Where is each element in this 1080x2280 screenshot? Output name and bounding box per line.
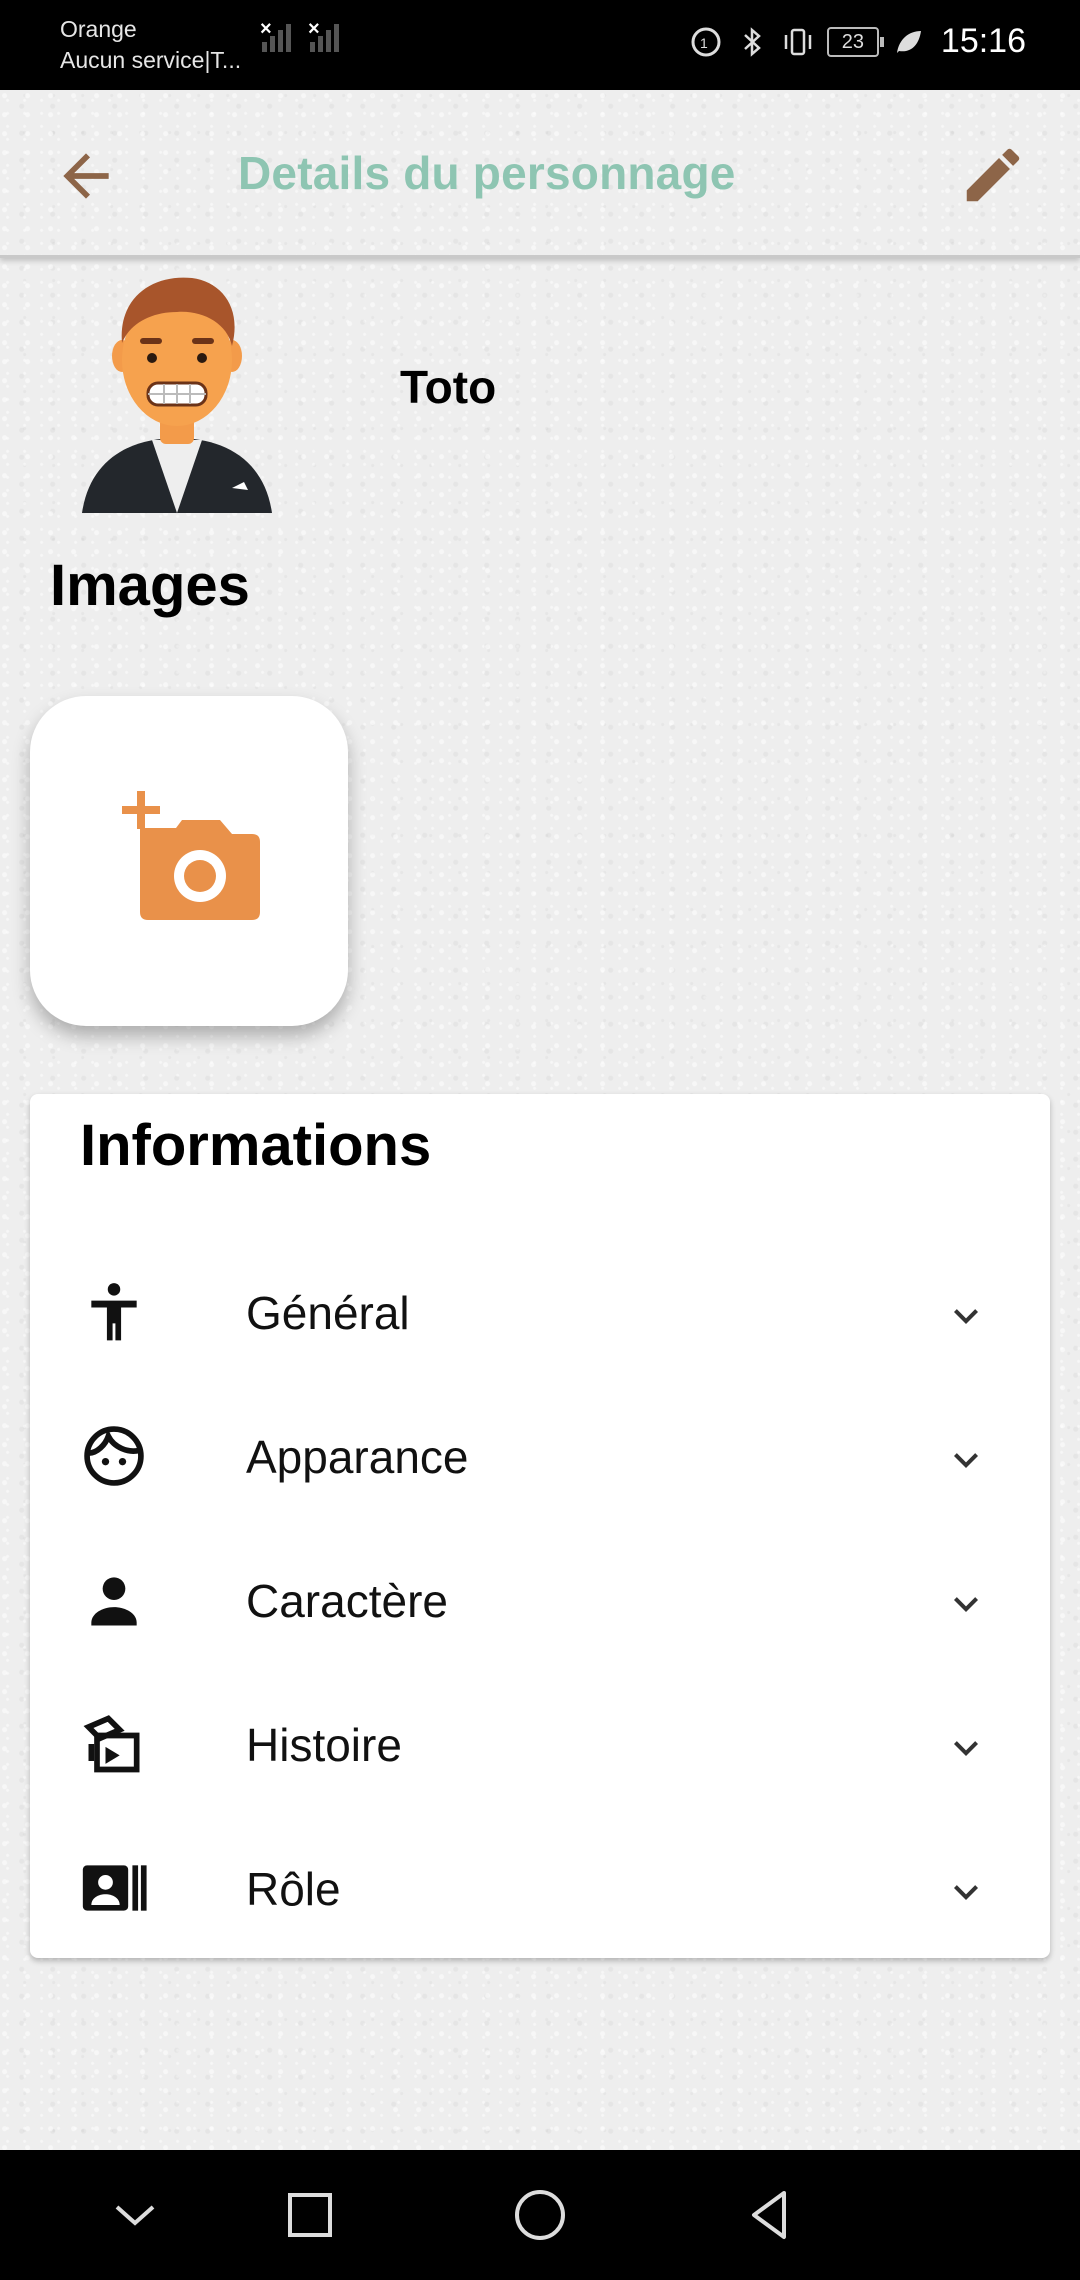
- status-bar: Orange Aucun service|T... × × 1 23 15:16: [0, 0, 1080, 90]
- informations-title: Informations: [80, 1113, 432, 1178]
- character-name: Toto: [400, 361, 497, 413]
- face-icon: [84, 1426, 144, 1486]
- info-item-label: Apparance: [246, 1431, 469, 1483]
- chevron-down-icon: [954, 1885, 978, 1900]
- page-title: Details du personnage: [238, 147, 736, 199]
- chevron-down-icon: [954, 1309, 978, 1324]
- carrier-name: Orange: [60, 16, 137, 42]
- add-a-photo-icon: [122, 791, 260, 920]
- battery-indicator: 23: [826, 26, 884, 57]
- data-saver-icon: 1: [691, 27, 721, 56]
- images-section-title: Images: [50, 553, 250, 618]
- status-icons: 1 23 15:16: [689, 22, 1026, 61]
- svg-text:1: 1: [700, 35, 708, 51]
- chevron-down-icon: [954, 1741, 978, 1756]
- info-item-role[interactable]: Rôle: [30, 1818, 1050, 1958]
- back-triangle-icon[interactable]: [740, 2185, 800, 2245]
- history-book-icon: [83, 1715, 140, 1773]
- carrier-service: Aucun service|T...: [60, 47, 242, 73]
- recents-square-icon[interactable]: [280, 2185, 340, 2245]
- app-bar: Details du personnage: [0, 90, 1080, 258]
- character-avatar[interactable]: [82, 268, 272, 518]
- carrier-info: Orange Aucun service|T...: [60, 14, 241, 76]
- add-image-button[interactable]: [30, 696, 348, 1026]
- info-item-caractere[interactable]: Caractère: [30, 1530, 1050, 1670]
- accessibility-icon: [91, 1283, 137, 1341]
- edit-pencil-icon[interactable]: [958, 140, 1028, 210]
- person-icon: [91, 1577, 137, 1626]
- chevron-down-icon: [954, 1597, 978, 1612]
- signal-icon: ×: [260, 18, 294, 52]
- info-item-histoire[interactable]: Histoire: [30, 1674, 1050, 1814]
- home-circle-icon[interactable]: [510, 2185, 570, 2245]
- back-arrow-icon[interactable]: [52, 142, 120, 210]
- clock: 15:16: [940, 22, 1026, 60]
- info-item-label: Rôle: [246, 1863, 341, 1915]
- info-item-label: Caractère: [246, 1575, 448, 1627]
- signal-icon: ×: [308, 18, 342, 52]
- bluetooth-icon: [744, 26, 761, 57]
- chevron-down-icon[interactable]: [105, 2185, 165, 2245]
- chevron-down-icon: [954, 1453, 978, 1468]
- info-item-label: Général: [246, 1287, 410, 1339]
- informations-card: Informations Général Apparance Caractère: [30, 1094, 1050, 1958]
- badge-icon: [82, 1865, 147, 1911]
- leaf-icon: [896, 30, 921, 53]
- info-item-general[interactable]: Général: [30, 1242, 1050, 1382]
- info-item-label: Histoire: [246, 1719, 402, 1771]
- info-item-apparance[interactable]: Apparance: [30, 1386, 1050, 1526]
- system-nav-bar: [0, 2150, 1080, 2280]
- vibrate-icon: [784, 28, 812, 55]
